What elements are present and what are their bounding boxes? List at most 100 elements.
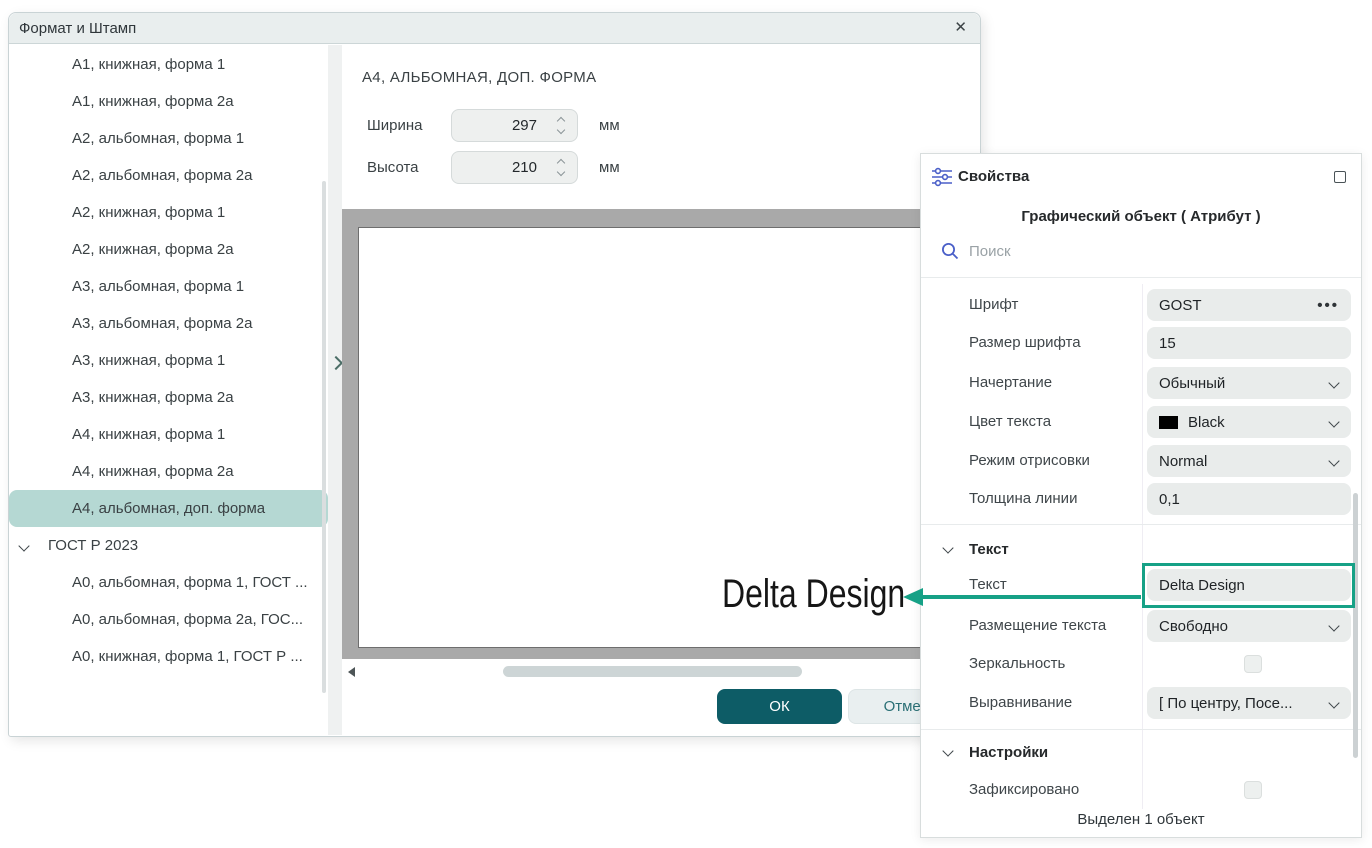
text-placement-value: Свободно <box>1159 618 1228 635</box>
chevron-down-icon <box>18 540 29 551</box>
sliders-icon <box>931 167 953 187</box>
fixed-label: Зафиксировано <box>969 781 1079 798</box>
ok-button[interactable]: ОК <box>717 689 842 724</box>
chevron-down-icon[interactable] <box>942 745 953 756</box>
selection-status: Выделен 1 объект <box>921 811 1361 828</box>
format-item[interactable]: А3, книжная, форма 1 <box>9 342 328 379</box>
sheet-preview[interactable]: Delta Design <box>342 209 982 659</box>
line-width-label: Толщина линии <box>969 490 1077 507</box>
splitter[interactable] <box>328 45 342 735</box>
height-unit: мм <box>599 159 620 176</box>
divider <box>921 524 1361 525</box>
line-width-field[interactable]: 0,1 <box>1147 483 1351 515</box>
mirror-label: Зеркальность <box>969 655 1065 672</box>
format-item[interactable]: А2, книжная, форма 2а <box>9 231 328 268</box>
sheet-page: Delta Design <box>358 227 982 648</box>
color-swatch <box>1159 416 1178 429</box>
format-item[interactable]: А3, альбомная, форма 2а <box>9 305 328 342</box>
font-size-label: Размер шрифта <box>969 334 1081 351</box>
dialog-titlebar[interactable]: Формат и Штамп ✕ <box>9 13 980 44</box>
format-item[interactable]: А1, книжная, форма 1 <box>9 46 328 83</box>
pointer-arrow-head-icon <box>903 588 923 606</box>
text-section-header[interactable]: Текст <box>969 541 1009 558</box>
format-item[interactable]: А0, альбомная, форма 1, ГОСТ ... <box>9 564 328 601</box>
hscroll-thumb[interactable] <box>503 666 802 677</box>
text-placement-label: Размещение текста <box>969 617 1106 634</box>
font-size-value: 15 <box>1159 335 1176 352</box>
stamp-text[interactable]: Delta Design <box>722 572 905 617</box>
format-item-selected[interactable]: А4, альбомная, доп. форма <box>9 490 328 527</box>
format-item[interactable]: А2, альбомная, форма 2а <box>9 157 328 194</box>
alignment-label: Выравнивание <box>969 694 1072 711</box>
height-label: Высота <box>367 159 419 176</box>
render-mode-dropdown[interactable]: Normal <box>1147 445 1351 477</box>
alignment-dropdown[interactable]: [ По центру, Посе... <box>1147 687 1351 719</box>
format-details-heading: А4, АЛЬБОМНАЯ, ДОП. ФОРМА <box>362 69 596 86</box>
font-style-value: Обычный <box>1159 375 1225 392</box>
ellipsis-icon[interactable]: ••• <box>1317 297 1339 314</box>
text-placement-dropdown[interactable]: Свободно <box>1147 610 1351 642</box>
text-color-label: Цвет текста <box>969 413 1051 430</box>
format-group-gost-r-2023[interactable]: ГОСТ Р 2023 <box>9 527 328 564</box>
width-stepper[interactable]: 297 <box>451 109 578 142</box>
font-size-field[interactable]: 15 <box>1147 327 1351 359</box>
spin-down-icon[interactable] <box>557 126 565 134</box>
chevron-down-icon <box>1328 416 1339 427</box>
width-value: 297 <box>452 117 551 134</box>
format-item[interactable]: А1, книжная, форма 2а <box>9 83 328 120</box>
spin-up-icon[interactable] <box>557 117 565 125</box>
float-panel-icon[interactable] <box>1334 171 1346 183</box>
dialog-title: Формат и Штамп <box>19 20 136 37</box>
text-label: Текст <box>969 576 1007 593</box>
height-stepper[interactable]: 210 <box>451 151 578 184</box>
text-color-value: Black <box>1188 414 1225 431</box>
render-mode-label: Режим отрисовки <box>969 452 1090 469</box>
divider <box>1142 284 1143 809</box>
chevron-down-icon <box>1328 697 1339 708</box>
spin-down-icon[interactable] <box>557 168 565 176</box>
settings-section-header[interactable]: Настройки <box>969 744 1048 761</box>
mirror-checkbox[interactable] <box>1244 655 1262 673</box>
format-item[interactable]: А3, книжная, форма 2а <box>9 379 328 416</box>
format-item[interactable]: А0, альбомная, форма 2а, ГОС... <box>9 601 328 638</box>
width-unit: мм <box>599 117 620 134</box>
font-style-dropdown[interactable]: Обычный <box>1147 367 1351 399</box>
panel-scrollbar[interactable] <box>1353 493 1358 758</box>
width-label: Ширина <box>367 117 422 134</box>
format-item[interactable]: А4, книжная, форма 1 <box>9 416 328 453</box>
chevron-down-icon[interactable] <box>942 542 953 553</box>
pointer-arrow-line <box>921 595 1141 599</box>
format-item[interactable]: А0, книжная, форма 1, ГОСТ Р ... <box>9 638 328 675</box>
font-value: GOST <box>1159 297 1202 314</box>
font-label: Шрифт <box>969 296 1018 313</box>
chevron-down-icon <box>1328 620 1339 631</box>
height-value: 210 <box>452 159 551 176</box>
search-input[interactable] <box>969 243 1269 260</box>
close-icon[interactable]: ✕ <box>954 19 967 37</box>
text-color-dropdown[interactable]: Black <box>1147 406 1351 438</box>
text-field[interactable]: Delta Design <box>1147 569 1351 601</box>
search-row <box>941 242 1269 260</box>
format-item[interactable]: А2, книжная, форма 1 <box>9 194 328 231</box>
format-item[interactable]: А4, книжная, форма 2а <box>9 453 328 490</box>
format-group-label: ГОСТ Р 2023 <box>48 537 138 554</box>
format-stamp-dialog: Формат и Штамп ✕ А1, книжная, форма 1 А1… <box>8 12 981 737</box>
divider <box>921 729 1361 730</box>
chevron-down-icon <box>1328 377 1339 388</box>
divider <box>921 277 1361 278</box>
alignment-value: [ По центру, Посе... <box>1159 695 1293 712</box>
spin-up-icon[interactable] <box>557 159 565 167</box>
search-icon <box>941 242 959 260</box>
fixed-checkbox[interactable] <box>1244 781 1262 799</box>
font-style-label: Начертание <box>969 374 1052 391</box>
text-value: Delta Design <box>1159 577 1245 594</box>
line-width-value: 0,1 <box>1159 491 1180 508</box>
hscroll-left-icon[interactable] <box>348 667 355 677</box>
format-item[interactable]: А2, альбомная, форма 1 <box>9 120 328 157</box>
format-list: А1, книжная, форма 1 А1, книжная, форма … <box>9 45 328 736</box>
font-field[interactable]: GOST ••• <box>1147 289 1351 321</box>
properties-panel: Свойства Графический объект ( Атрибут ) … <box>920 153 1362 838</box>
format-item[interactable]: А3, альбомная, форма 1 <box>9 268 328 305</box>
panel-title: Свойства <box>958 168 1029 185</box>
list-scrollbar[interactable] <box>322 181 326 693</box>
